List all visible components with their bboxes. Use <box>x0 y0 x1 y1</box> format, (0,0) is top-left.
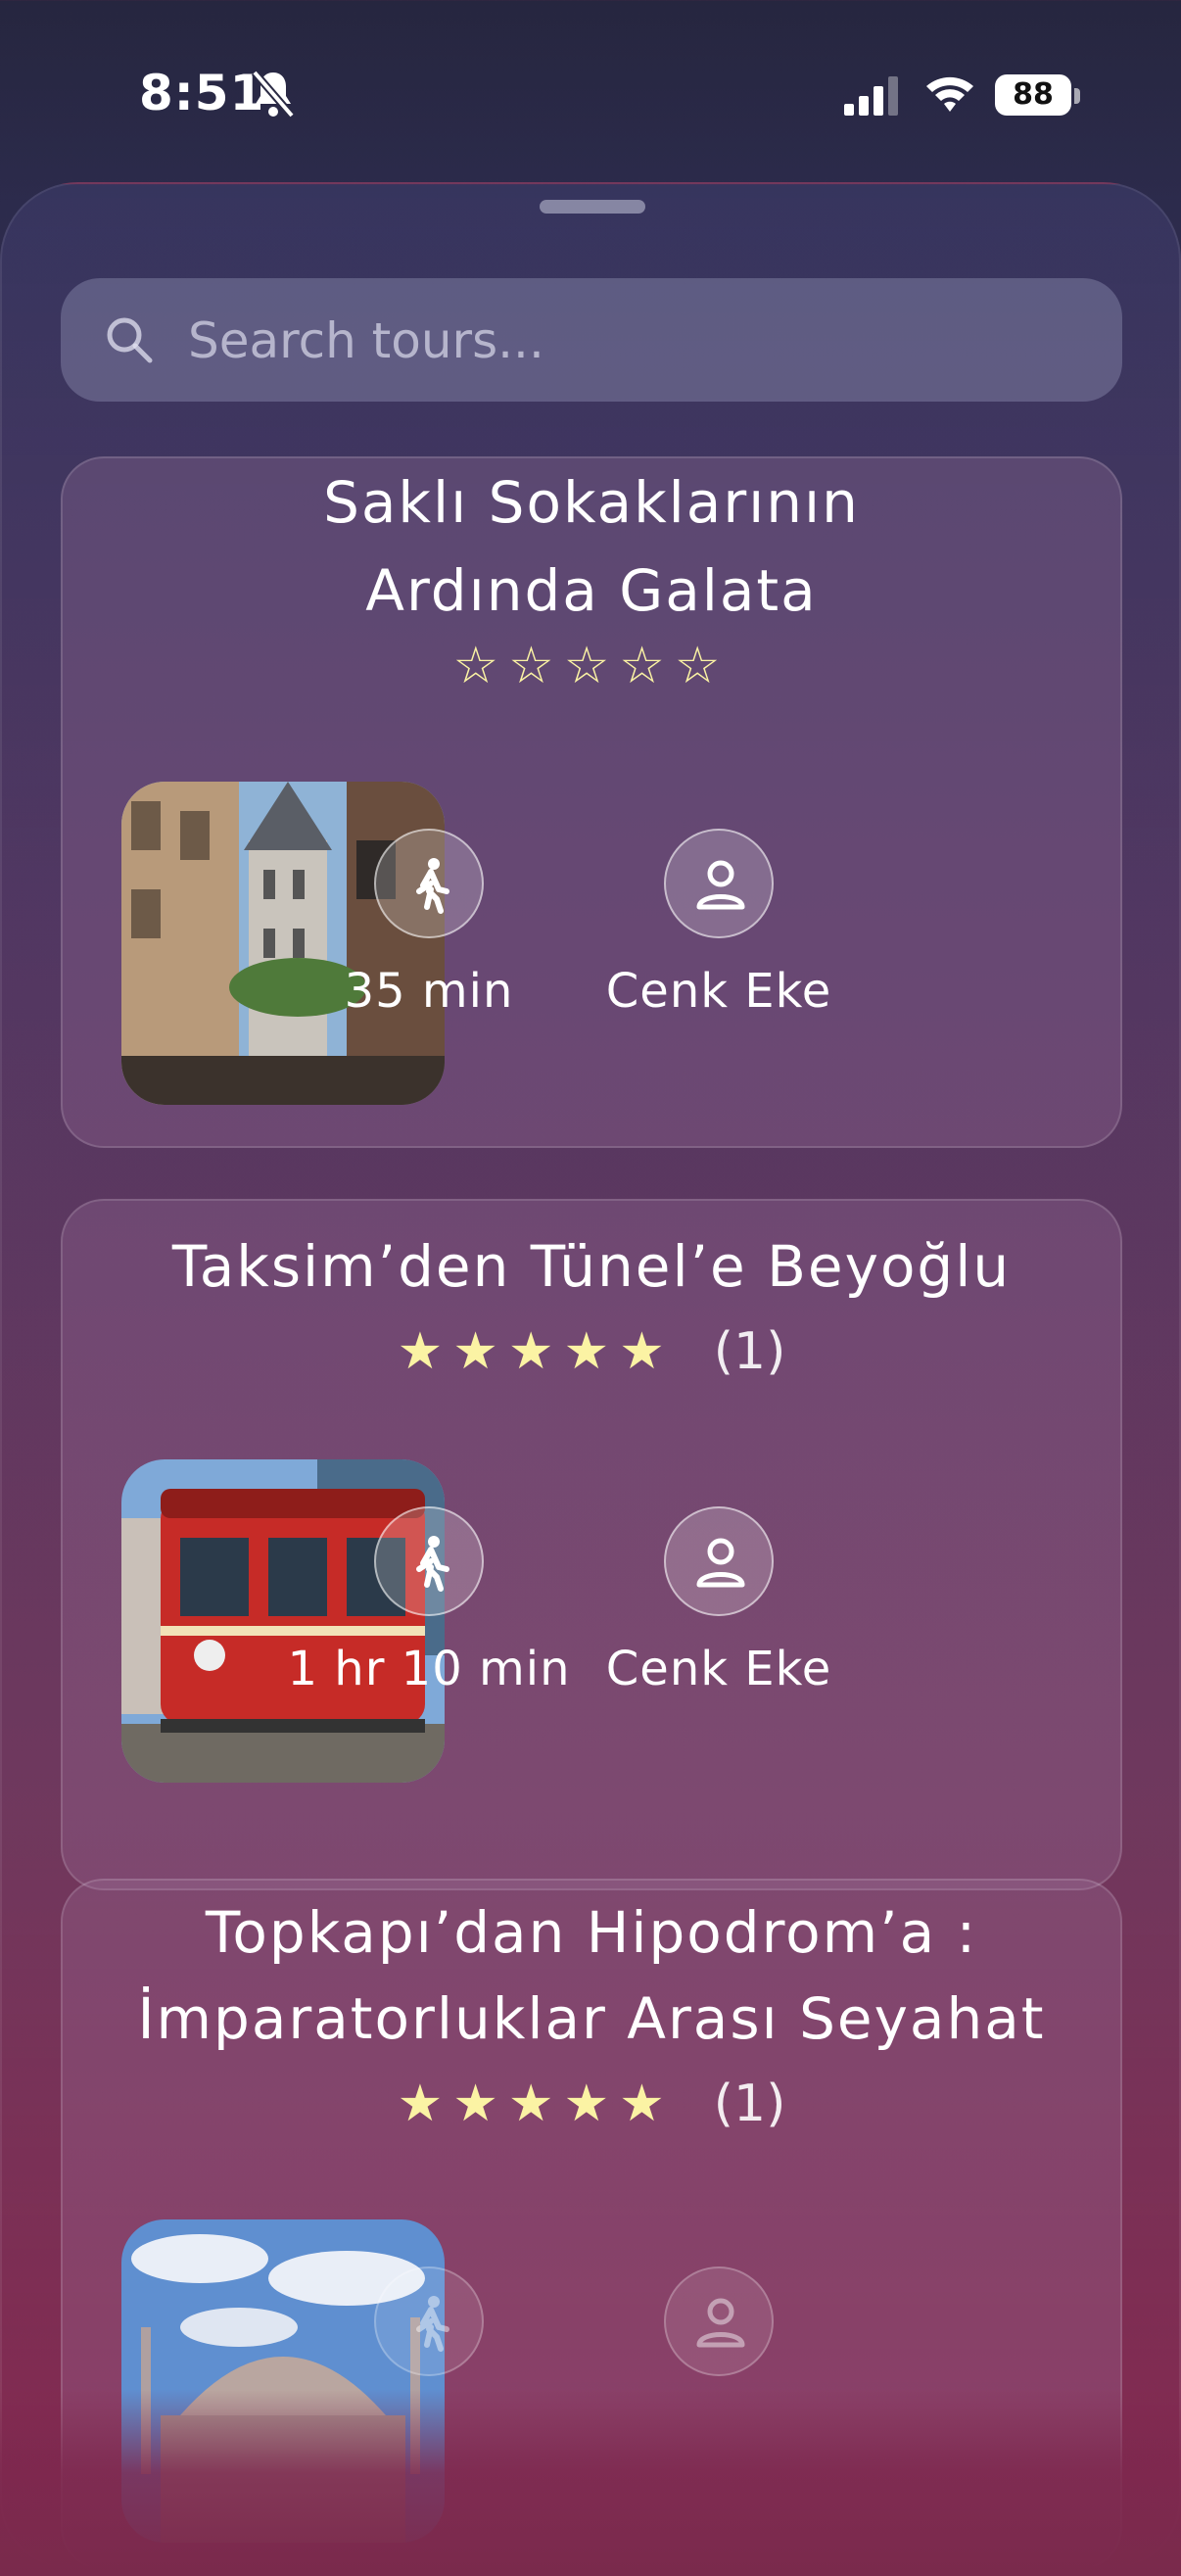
wifi-icon <box>926 76 973 112</box>
bottom-fade-overlay <box>0 2390 1181 2576</box>
search-input[interactable] <box>186 306 1071 376</box>
cellular-signal-icon <box>844 76 898 116</box>
rating-stars: ☆☆☆☆☆ <box>63 637 1120 695</box>
search-bar[interactable] <box>61 278 1122 402</box>
rating-stars: ★★★★★ (1) <box>63 2075 1120 2133</box>
walking-person-icon <box>416 2296 449 2352</box>
tour-guide: Cenk Eke <box>605 964 832 1019</box>
duration-badge <box>374 829 484 938</box>
search-icon <box>107 317 153 363</box>
red-tram-image <box>121 1459 445 1783</box>
tours-sheet: Saklı Sokaklarının Ardında Galata ☆☆☆☆☆ <box>0 182 1181 2568</box>
tour-card-beyoglu[interactable]: Taksim’den Tünel’e Beyoğlu ★★★★★ (1) 1 h… <box>61 1199 1122 1890</box>
walking-person-icon <box>416 858 449 914</box>
tour-card-galata[interactable]: Saklı Sokaklarının Ardında Galata ☆☆☆☆☆ <box>61 456 1122 1148</box>
stars-glyphs: ★★★★★ <box>397 1322 675 1381</box>
galata-tower-image <box>121 782 445 1105</box>
duration-badge <box>374 1506 484 1616</box>
person-icon <box>696 2298 745 2348</box>
tour-duration: 1 hr 10 min <box>287 1642 571 1696</box>
tour-title-line1: Topkapı’dan Hipodrom’a : <box>205 1899 978 1966</box>
battery-cap <box>1074 88 1080 104</box>
tour-title-line2: İmparatorluklar Arası Seyahat <box>137 1985 1046 2052</box>
guide-badge <box>664 2266 774 2376</box>
status-bar: 8:51 88 <box>0 0 1181 176</box>
rating-count: (1) <box>713 2075 786 2133</box>
person-icon <box>696 1538 745 1588</box>
status-time: 8:51 <box>139 65 265 121</box>
tour-duration: 35 min <box>344 964 514 1019</box>
tour-title-line1: Taksim’den Tünel’e Beyoğlu <box>171 1233 1012 1300</box>
rating-stars: ★★★★★ (1) <box>63 1322 1120 1381</box>
battery-indicator: 88 <box>995 74 1071 116</box>
tour-thumbnail <box>121 782 445 1105</box>
tour-guide: Cenk Eke <box>605 1642 832 1696</box>
tour-thumbnail <box>121 1459 445 1783</box>
tour-title-line1: Saklı Sokaklarının <box>323 469 860 536</box>
stars-glyphs: ★★★★★ <box>397 2075 675 2133</box>
rating-count: (1) <box>713 1322 786 1381</box>
bell-slash-icon <box>251 70 296 119</box>
walking-person-icon <box>416 1536 449 1592</box>
stars-glyphs: ☆☆☆☆☆ <box>452 637 731 695</box>
guide-badge <box>664 829 774 938</box>
person-icon <box>696 860 745 910</box>
guide-badge <box>664 1506 774 1616</box>
duration-badge <box>374 2266 484 2376</box>
sheet-grabber[interactable] <box>540 200 645 214</box>
tour-title-line2: Ardında Galata <box>365 557 818 624</box>
